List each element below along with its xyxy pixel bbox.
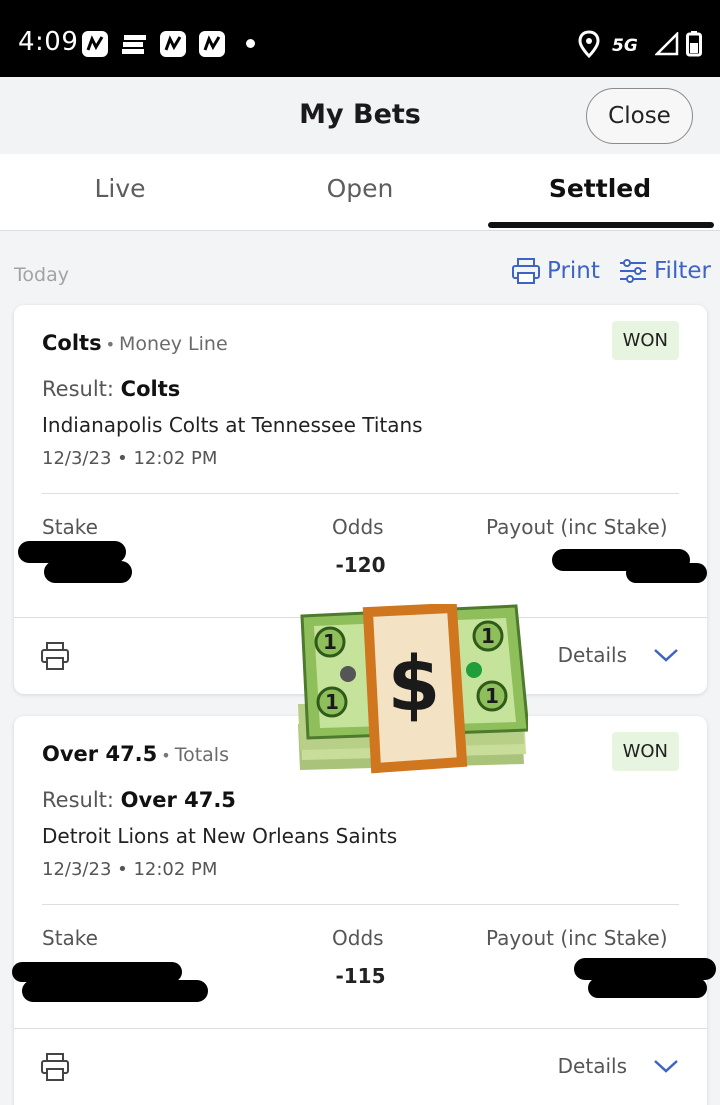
print-label: Print (547, 258, 600, 284)
odds-value: -115 (335, 964, 386, 988)
details-label: Details (557, 1054, 627, 1078)
chevron-down-icon (654, 649, 678, 662)
divider (42, 493, 679, 494)
stake-label: Stake (42, 515, 98, 539)
event-name: Indianapolis Colts at Tennessee Titans (42, 413, 423, 437)
odds-label: Odds (332, 515, 384, 539)
battery-icon (686, 31, 702, 62)
bet-result: Result: Colts (42, 377, 180, 401)
event-name: Detroit Lions at New Orleans Saints (42, 824, 398, 848)
chevron-down-icon (654, 1060, 678, 1073)
svg-text:1: 1 (485, 684, 499, 708)
svg-text:1: 1 (325, 690, 339, 714)
bet-market: Money Line (119, 333, 228, 355)
bet-card: Over 47.5 • Totals WON Result: Over 47.5 D… (12, 716, 716, 1105)
bet-tabs: Live Open Settled (0, 154, 720, 231)
app-icon (82, 31, 108, 57)
bet-result: Result: Over 47.5 (42, 788, 236, 812)
location-icon (578, 30, 600, 63)
payout-label: Payout (inc Stake) (486, 515, 668, 539)
redaction-mark (626, 563, 707, 583)
bet-selection: Over 47.5 (42, 742, 158, 766)
print-button[interactable]: Print (511, 254, 600, 288)
details-toggle[interactable]: Details (558, 1054, 679, 1078)
bet-datetime: 12/3/23 • 12:02 PM (42, 448, 218, 469)
money-stack-icon: 1 1 1 1 $ (296, 602, 530, 774)
bet-selection: Colts (42, 331, 102, 355)
bet-header: Over 47.5 • Totals (42, 742, 229, 766)
date-group-label: Today (14, 264, 69, 286)
bet-datetime: 12/3/23 • 12:02 PM (42, 859, 218, 880)
redaction-mark (12, 962, 182, 982)
separator-dot: • (161, 746, 171, 765)
redaction-mark (574, 958, 716, 980)
espn-icon (121, 31, 147, 57)
result-label: Result: (42, 377, 114, 401)
svg-text:1: 1 (323, 630, 337, 654)
status-bar: 4:09 5G (0, 0, 720, 77)
odds-value: -120 (335, 553, 386, 577)
printer-icon (512, 258, 540, 284)
redaction-mark (588, 978, 707, 998)
divider (14, 1028, 707, 1029)
result-value: Colts (120, 377, 181, 401)
header-bar: My Bets Close (0, 77, 720, 154)
result-value: Over 47.5 (120, 788, 236, 812)
app-icon (160, 31, 186, 57)
svg-text:1: 1 (481, 624, 495, 648)
stake-label: Stake (42, 926, 98, 950)
bet-print-button[interactable] (40, 641, 70, 676)
filter-label: Filter (654, 258, 711, 284)
odds-label: Odds (332, 926, 384, 950)
tab-live[interactable]: Live (0, 174, 240, 203)
status-badge: WON (611, 321, 679, 360)
notification-dot-icon (246, 39, 255, 48)
svg-text:$: $ (388, 639, 441, 728)
signal-icon (653, 30, 679, 61)
network-type: 5G (612, 36, 638, 56)
close-button[interactable]: Close (586, 88, 693, 144)
active-tab-indicator (488, 222, 714, 228)
bet-header: Colts • Money Line (42, 331, 228, 355)
printer-icon (41, 1053, 69, 1081)
divider (42, 904, 679, 905)
tab-settled[interactable]: Settled (480, 174, 720, 203)
bet-print-button[interactable] (40, 1052, 70, 1087)
bet-market: Totals (174, 744, 229, 766)
details-label: Details (557, 643, 627, 667)
result-label: Result: (42, 788, 114, 812)
redaction-mark (44, 561, 132, 583)
status-badge: WON (611, 732, 679, 771)
separator-dot: • (105, 335, 116, 354)
details-toggle[interactable]: Details (558, 643, 679, 667)
redaction-mark (18, 541, 126, 563)
redaction-mark (22, 980, 208, 1002)
printer-icon (41, 642, 69, 670)
filter-button[interactable]: Filter (618, 254, 711, 288)
tab-open[interactable]: Open (240, 174, 480, 203)
app-icon (199, 31, 225, 57)
filter-sliders-icon (620, 259, 646, 283)
payout-label: Payout (inc Stake) (486, 926, 668, 950)
status-time: 4:09 (18, 27, 79, 57)
